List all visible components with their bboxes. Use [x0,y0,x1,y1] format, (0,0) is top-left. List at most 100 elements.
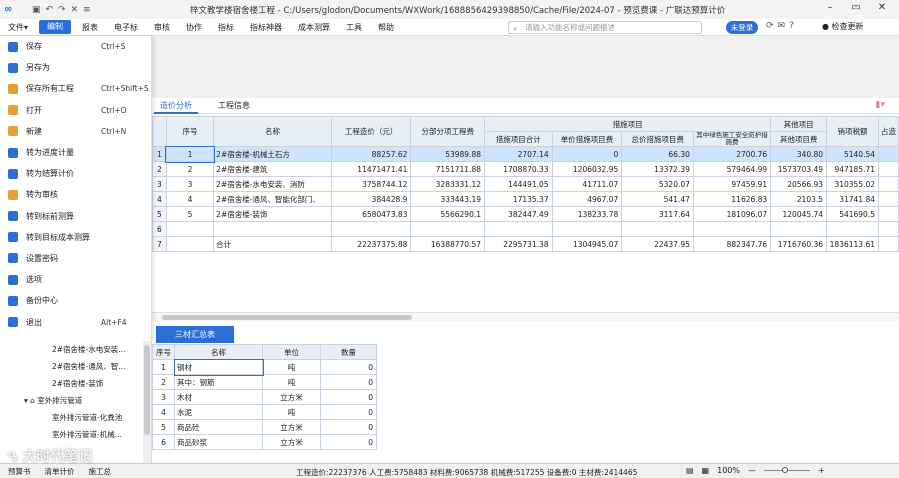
scroll-thumb[interactable] [162,315,412,320]
cell-ratio[interactable] [878,221,899,237]
menu-item[interactable]: 指标神器 [242,22,290,33]
table-row[interactable]: 1 1 2#宿舍楼-机械土石方 88257.62 53989.88 2707.14 0 66.… [152,145,899,163]
cell-total[interactable]: 384428.9 [330,191,412,207]
materials-cell-qty[interactable]: 0 [320,389,377,405]
cell-seq[interactable] [165,236,215,252]
table-row[interactable]: 7 合计 22237375.88 16388770.57 2295731.38 13049… [152,236,899,252]
materials-cell-unit[interactable]: 吨 [262,359,321,375]
layout-icon[interactable]: ▤ [686,466,694,475]
file-menu-item[interactable]: 转为结算计价 [0,163,151,184]
cell-total-measure[interactable]: 13372.39 [621,161,694,177]
file-menu-item[interactable]: 转到目标成本测算 [0,227,151,248]
close-icon[interactable]: ✕ [869,2,895,13]
cell-seq[interactable]: 2 [165,161,215,177]
cell-safety[interactable] [692,221,772,237]
cell-measure-total[interactable]: 2707.14 [484,146,553,162]
cell-seq[interactable]: 3 [165,176,215,192]
table-row[interactable]: 5 5 2#宿舍楼-装饰 6580473.83 5566290.1 382447.49 13… [152,206,899,222]
cell-other-fee[interactable]: 1716760.36 [770,236,828,252]
file-menu-item[interactable]: 退出 Alt+F4 [0,311,151,332]
cell-name[interactable]: 2#宿舍楼-水电安装、消防 [213,176,332,192]
cell-ratio[interactable] [878,236,899,252]
tree-item[interactable]: 室外排污管道-机械... [0,426,151,443]
cell-name[interactable]: 2#宿舍楼-通风、智能化部门、 [213,191,332,207]
cell-other-fee[interactable]: 2103.5 [770,191,828,207]
materials-cell-unit[interactable]: 立方米 [262,419,321,435]
materials-cell-name[interactable]: 钢材 [173,358,264,376]
cell-total[interactable]: 88257.62 [330,146,412,162]
file-menu-item[interactable]: 新建 Ctrl+N [0,121,151,142]
cell-other-fee[interactable]: 1573703.49 [770,161,828,177]
cell-name[interactable] [213,221,332,237]
cell-safety[interactable]: 11626.83 [692,191,772,207]
materials-cell-seq[interactable]: 6 [152,434,175,450]
menu-item[interactable]: 协作 [178,22,210,33]
horizontal-scrollbar[interactable] [152,312,899,321]
cell-other-fee[interactable]: 340.80 [770,146,828,162]
cell-ratio[interactable] [878,191,899,207]
materials-cell-name[interactable]: 水泥 [174,404,263,420]
search-input[interactable]: ⌕ 请输入功能名称或问题描述 [508,21,702,34]
close-file-icon[interactable]: ✕ [71,5,79,15]
materials-cell-seq[interactable]: 4 [152,404,175,420]
table-row[interactable]: 4 4 2#宿舍楼-通风、智能化部门、 384428.9 333443.19 17135.… [152,191,899,207]
materials-cell-qty[interactable]: 0 [320,359,377,375]
cell-other-fee[interactable]: 20566.93 [770,176,828,192]
materials-cell-unit[interactable]: 吨 [262,374,321,390]
cell-total[interactable]: 22237375.88 [330,236,412,252]
file-menu-item[interactable]: 保存所有工程 Ctrl+Shift+S [0,78,151,99]
grid-icon[interactable]: ▦ [702,466,710,475]
save-quick-icon[interactable]: ▣ [32,5,41,15]
menu-item[interactable]: 审核 [146,22,178,33]
file-menu-item[interactable]: 转到标前测算 [0,206,151,227]
cell-ratio[interactable] [878,146,899,162]
file-menu-item[interactable]: 备份中心 [0,290,151,311]
table-row[interactable]: 2 2 2#宿舍楼-建筑 11471471.41 7151711.88 1708870.3… [152,161,899,177]
cell-unit-measure[interactable]: 41711.07 [551,176,623,192]
materials-cell-qty[interactable]: 0 [320,404,377,420]
cell-fenbu[interactable]: 5566290.1 [410,206,485,222]
cell-tax[interactable]: 947185.71 [826,161,879,177]
materials-row[interactable]: 3 木材 立方米 0 [152,389,377,405]
materials-cell-qty[interactable]: 0 [320,374,377,390]
cell-total[interactable]: 6580473.83 [330,206,412,222]
redo-icon[interactable]: ↷ [58,5,66,15]
tree-item[interactable]: ▾ ⌂ 室外排污管道 [0,392,151,409]
menu-item[interactable]: 成本测算 [290,22,338,33]
menu-item[interactable]: 工具 [338,22,370,33]
cell-other-fee[interactable]: 120045.74 [770,206,828,222]
cell-measure-total[interactable]: 382447.49 [484,206,553,222]
cell-safety[interactable]: 882347.76 [692,236,772,252]
minimize-icon[interactable]: – [817,2,843,13]
status-tab[interactable]: 清单计价 [45,466,75,477]
cell-unit-measure[interactable]: 1304945.07 [551,236,623,252]
cell-tax[interactable]: 541690.5 [826,206,879,222]
cell-tax[interactable]: 1836113.61 [826,236,879,252]
file-menu-item[interactable]: 选项 [0,269,151,290]
materials-cell-name[interactable]: 商品砼 [174,419,263,435]
file-menu-item[interactable]: 转为进度计量 [0,142,151,163]
materials-cell-qty[interactable]: 0 [320,434,377,450]
zoom-in-icon[interactable]: + [818,466,825,475]
cell-name[interactable]: 2#宿舍楼-建筑 [213,161,332,177]
tree-scroll-thumb[interactable] [144,345,150,435]
tree-item[interactable]: 2#宿舍楼-通风、智... [0,358,151,375]
materials-cell-unit[interactable]: 吨 [262,404,321,420]
materials-cell-name[interactable]: 其中：钢筋 [174,374,263,390]
cell-measure-total[interactable]: 144491.05 [484,176,553,192]
cell-name[interactable]: 合计 [213,236,332,252]
menu-item[interactable]: 文件▾ [0,22,36,33]
cell-unit-measure[interactable]: 1206032.95 [551,161,623,177]
materials-row[interactable]: 2 其中：钢筋吨 0 [152,374,377,390]
cell-fenbu[interactable] [410,221,485,237]
file-menu-item[interactable]: 另存为 [0,57,151,78]
cell-unit-measure[interactable] [551,221,623,237]
cell-unit-measure[interactable]: 138233.78 [551,206,623,222]
materials-cell-seq[interactable]: 1 [152,359,175,375]
cell-safety[interactable]: 579464.99 [692,161,772,177]
tab-cost-analysis[interactable]: 造价分析 [154,100,198,114]
cell-tax[interactable]: 310355.02 [826,176,879,192]
status-tab[interactable]: 预算书 [8,466,31,477]
help-icon[interactable]: ? [789,21,794,31]
tab-three-materials[interactable]: 三材汇总表 [156,326,234,343]
